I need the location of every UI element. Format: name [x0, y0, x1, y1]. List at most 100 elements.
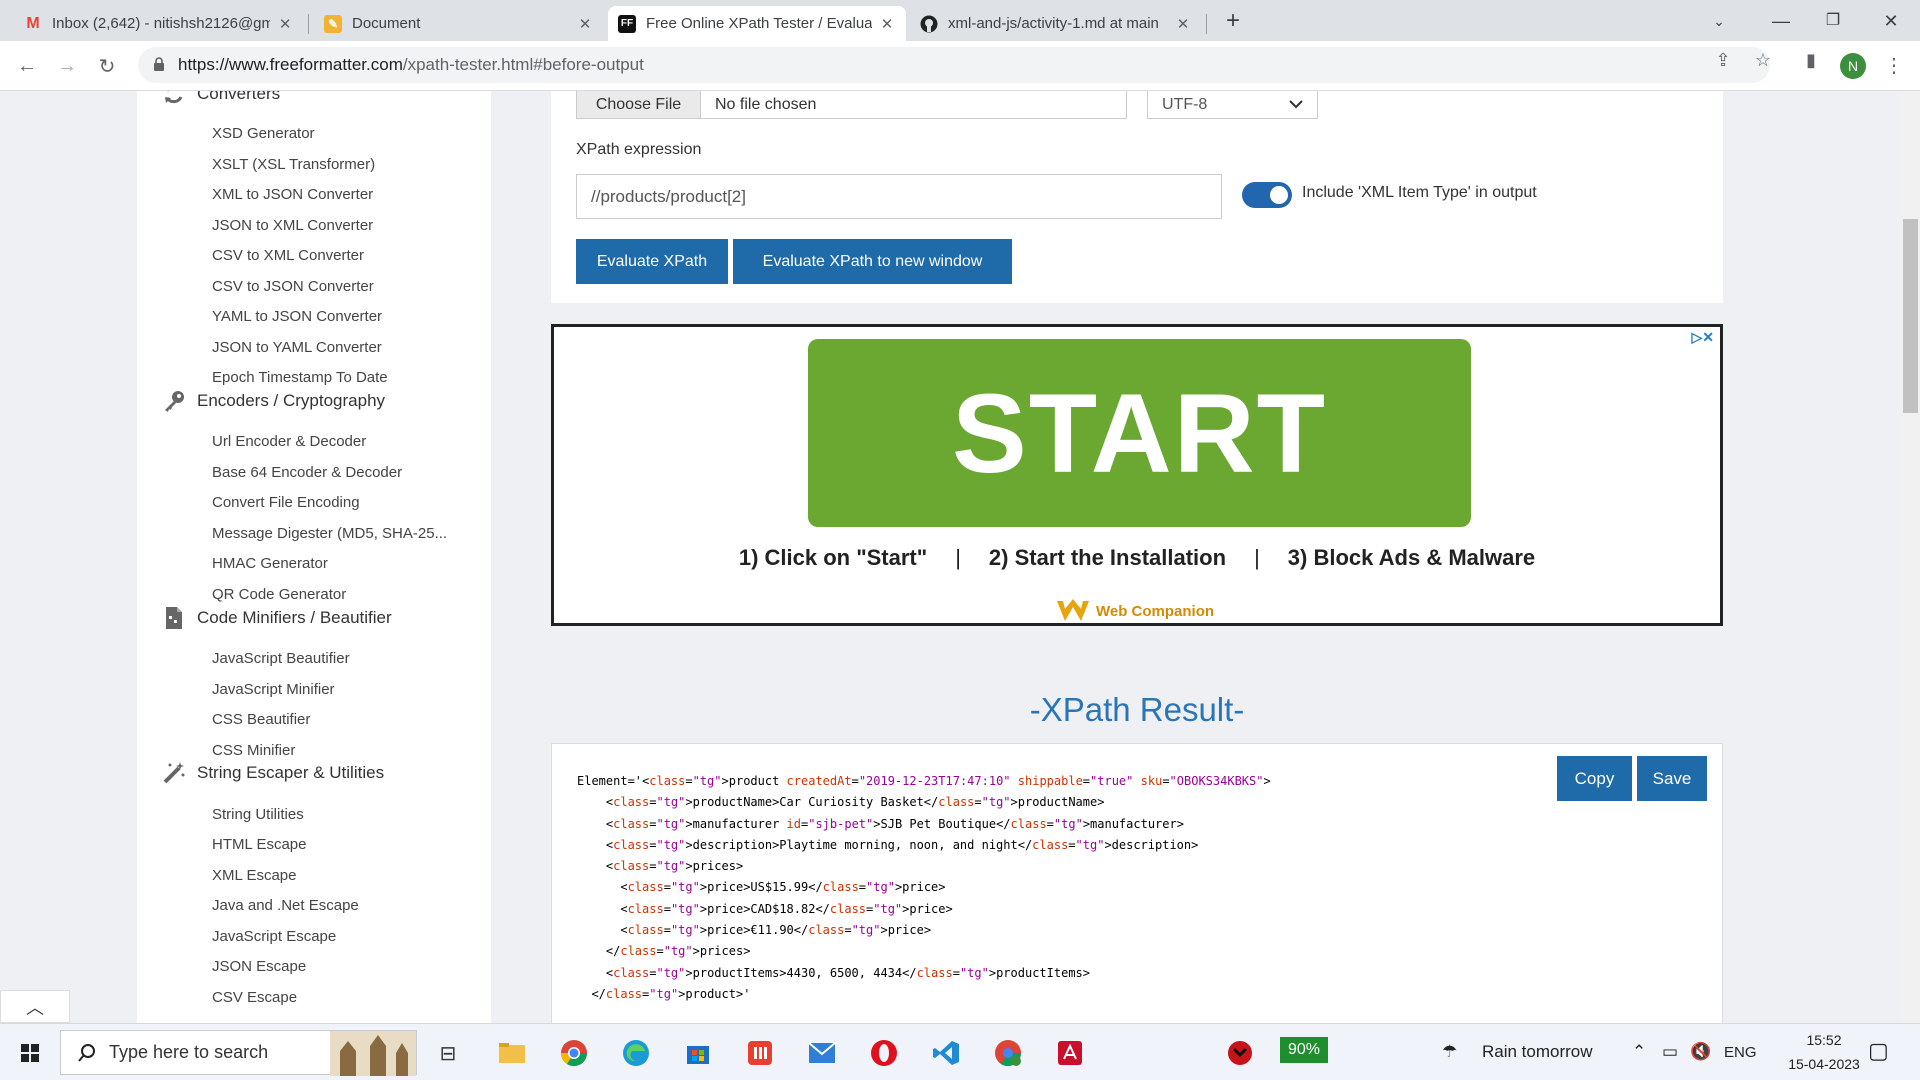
tab-gmail[interactable]: M Inbox (2,642) - nitishsh2126@gm ✕ [14, 6, 304, 41]
sidebar-category-encoders[interactable]: Encoders / Cryptography [161, 388, 385, 414]
item-type-toggle[interactable] [1242, 182, 1292, 208]
profile-avatar[interactable]: N [1840, 53, 1866, 79]
encoding-value: UTF-8 [1162, 95, 1208, 113]
sidebar-item[interactable]: CSS Beautifier [212, 711, 470, 728]
encoding-select[interactable]: UTF-8 [1147, 91, 1318, 119]
sidebar-category-minifiers[interactable]: Code Minifiers / Beautifier [161, 605, 392, 631]
clock-time[interactable]: 15:52 [1790, 1032, 1858, 1048]
ad-brand: Web Companion [1056, 599, 1214, 623]
xpath-input[interactable] [576, 174, 1222, 219]
key-icon [161, 388, 187, 414]
language-indicator[interactable]: ENG [1724, 1044, 1757, 1061]
vscode-icon[interactable] [928, 1035, 964, 1071]
clock-date[interactable]: 15-04-2023 [1784, 1056, 1864, 1072]
chrome-profile-icon[interactable] [990, 1035, 1026, 1071]
forward-icon[interactable]: → [52, 51, 82, 81]
sidebar-item[interactable]: JavaScript Beautifier [212, 650, 470, 667]
scroll-to-top-button[interactable]: ︿ [0, 990, 70, 1023]
xpath-form: Choose File No file chosen UTF-8 XPath e… [551, 91, 1723, 303]
sidebar-item[interactable]: CSS Minifier [212, 742, 470, 759]
evaluate-new-window-button[interactable]: Evaluate XPath to new window [733, 239, 1012, 284]
sidebar-item[interactable]: YAML to JSON Converter [212, 308, 470, 325]
sidebar-item[interactable]: String Utilities [212, 806, 470, 823]
opera-icon[interactable] [866, 1035, 902, 1071]
task-view-icon[interactable]: ⊟ [430, 1035, 466, 1071]
sidebar-item[interactable]: QR Code Generator [212, 586, 470, 603]
close-icon[interactable]: ✕ [276, 15, 294, 33]
office-app-icon[interactable] [742, 1035, 778, 1071]
windows-start-icon[interactable] [10, 1036, 50, 1070]
sidebar-item[interactable]: JSON to YAML Converter [212, 339, 470, 356]
advertisement[interactable]: ▷✕ START 1) Click on "Start" | 2) Start th… [551, 324, 1723, 626]
search-placeholder: Type here to search [109, 1042, 269, 1062]
toggle-label: Include 'XML Item Type' in output [1302, 184, 1537, 201]
restore-icon[interactable]: ❐ [1810, 6, 1856, 36]
sidebar-item[interactable]: JavaScript Escape [212, 928, 470, 945]
window-close-icon[interactable]: ✕ [1868, 6, 1914, 36]
share-icon[interactable]: ⇪ [1712, 49, 1734, 71]
ad-start-button[interactable]: START [808, 339, 1471, 527]
scrollbar-thumb[interactable] [1903, 219, 1918, 413]
sidebar-item[interactable]: CSV to JSON Converter [212, 278, 470, 295]
back-icon[interactable]: ← [12, 51, 42, 81]
weather-icon[interactable]: ☂ [1442, 1042, 1457, 1062]
sidebar-item[interactable]: XML to JSON Converter [212, 186, 470, 203]
sidebar-item[interactable]: Epoch Timestamp To Date [212, 369, 470, 386]
sidebar-item[interactable]: Convert File Encoding [212, 494, 470, 511]
network-icon[interactable]: ▭ [1662, 1042, 1678, 1062]
battery-indicator[interactable]: 90% [1280, 1037, 1329, 1063]
copy-button[interactable]: Copy [1557, 756, 1632, 801]
sidebar-item[interactable]: XSD Generator [212, 125, 470, 142]
mail-icon[interactable] [804, 1035, 840, 1071]
sidebar-item[interactable]: Url Encoder & Decoder [212, 433, 470, 450]
close-icon[interactable]: ✕ [576, 15, 594, 33]
sidebar-item[interactable]: Java and .Net Escape [212, 897, 470, 914]
sidebar-item[interactable]: JSON to XML Converter [212, 217, 470, 234]
url-field[interactable]: https://www.freeformatter.com/xpath-test… [138, 47, 1770, 83]
sidepanel-icon[interactable]: ▮ [1800, 49, 1822, 71]
code-line-1: <class="tg">productName>Car Curiosity Ba… [577, 795, 1105, 810]
reload-icon[interactable]: ↻ [92, 51, 122, 81]
volume-muted-icon[interactable]: 🔇 [1690, 1042, 1711, 1062]
sidebar-item[interactable]: JavaScript Minifier [212, 681, 470, 698]
adchoices-icon[interactable]: ▷✕ [1692, 329, 1715, 346]
sidebar-category-converters[interactable]: Converters [161, 91, 280, 107]
chevron-down-icon[interactable]: ⌄ [1696, 6, 1742, 36]
sidebar-item[interactable]: CSV Escape [212, 989, 470, 1006]
sidebar-item[interactable]: CSV to XML Converter [212, 247, 470, 264]
more-menu-icon[interactable]: ⋮ [1884, 51, 1904, 81]
close-icon[interactable]: ✕ [878, 15, 896, 33]
sidebar-item[interactable]: Message Digester (MD5, SHA-25... [212, 525, 470, 542]
sidebar-item[interactable]: XSLT (XSL Transformer) [212, 156, 470, 173]
sidebar-item[interactable]: HMAC Generator [212, 555, 470, 572]
code-line-5: <class="tg">price>US$15.99</class="tg">p… [577, 880, 946, 895]
sidebar-item[interactable]: Base 64 Encoder & Decoder [212, 464, 470, 481]
save-button[interactable]: Save [1637, 756, 1707, 801]
acrobat-icon[interactable] [1052, 1035, 1088, 1071]
new-tab-icon[interactable]: + [1210, 6, 1256, 36]
notifications-icon[interactable]: ▢ [1868, 1038, 1889, 1064]
minimize-icon[interactable]: — [1758, 6, 1804, 36]
result-code[interactable]: Element='<class="tg">product createdAt="… [577, 771, 1271, 1005]
sidebar-item[interactable]: HTML Escape [212, 836, 470, 853]
tab-xpath-tester[interactable]: FF Free Online XPath Tester / Evalua ✕ [608, 6, 906, 41]
page-scrollbar[interactable] [1901, 91, 1920, 1023]
tab-document[interactable]: ✎ Document ✕ [314, 6, 604, 41]
weather-text[interactable]: Rain tomorrow [1482, 1042, 1593, 1062]
taskbar-search[interactable]: Type here to search [60, 1030, 417, 1076]
evaluate-xpath-button[interactable]: Evaluate XPath [576, 239, 728, 284]
ad-step-3: 3) Block Ads & Malware [1287, 545, 1536, 570]
tab-github[interactable]: xml-and-js/activity-1.md at main ✕ [910, 6, 1202, 41]
sidebar-item[interactable]: XML Escape [212, 867, 470, 884]
file-explorer-icon[interactable] [494, 1035, 530, 1071]
star-icon[interactable]: ☆ [1752, 49, 1774, 71]
sidebar-category-string-utilities[interactable]: String Escaper & Utilities [161, 760, 384, 786]
store-icon[interactable] [680, 1035, 716, 1071]
chrome-icon[interactable] [556, 1035, 592, 1071]
choose-file-button[interactable]: Choose File [577, 91, 701, 118]
chevron-up-icon[interactable]: ⌃ [1632, 1042, 1646, 1062]
file-upload[interactable]: Choose File No file chosen [576, 91, 1127, 119]
sidebar-item[interactable]: JSON Escape [212, 958, 470, 975]
edge-icon[interactable] [618, 1035, 654, 1071]
close-icon[interactable]: ✕ [1174, 15, 1192, 33]
